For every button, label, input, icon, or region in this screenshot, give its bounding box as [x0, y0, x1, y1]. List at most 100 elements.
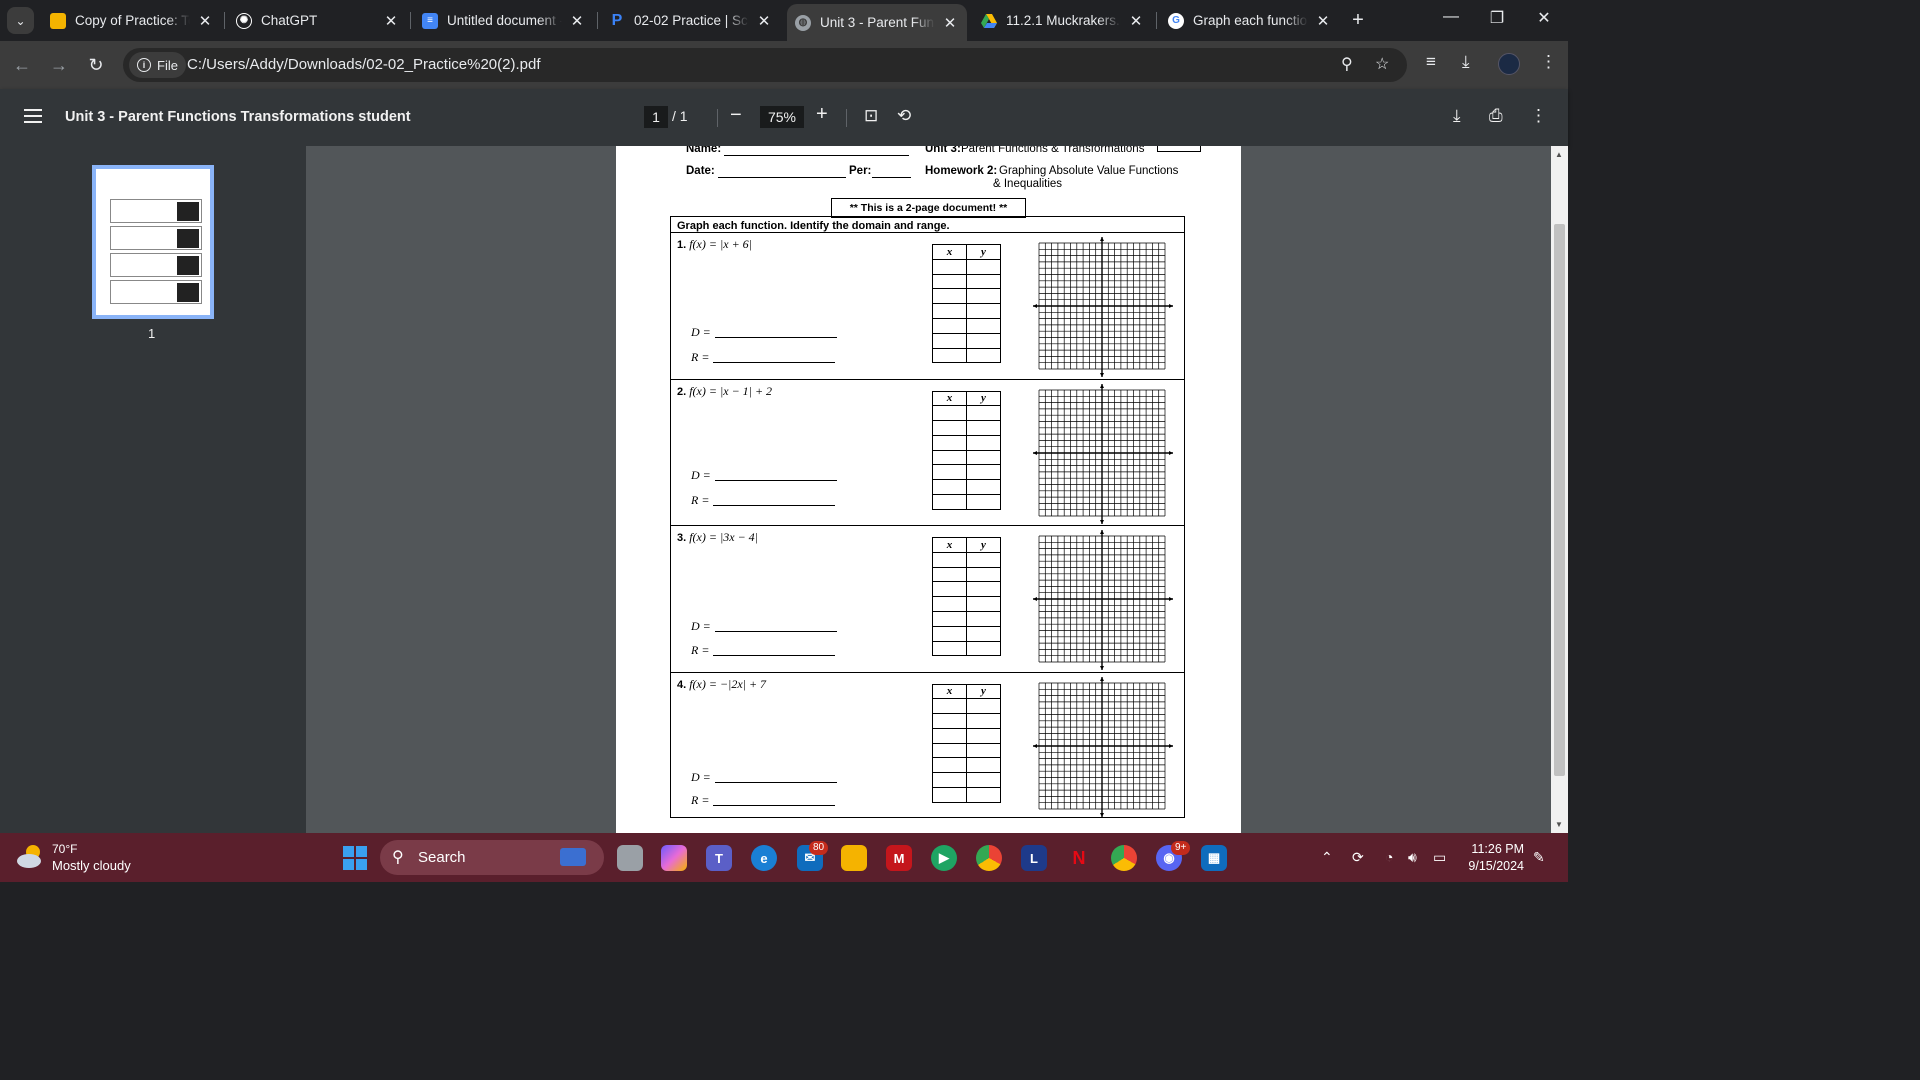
sync-icon[interactable]: ⟳ [1352, 849, 1364, 866]
xy-table[interactable]: xy [932, 683, 1001, 803]
google-icon: G [1168, 12, 1184, 29]
coordinate-grid[interactable] [1033, 237, 1173, 377]
problem-4: 4. f(x) = −|2x| + 7 xy D = R = [671, 673, 1184, 819]
homework-text-2: & Inequalities [993, 178, 1063, 190]
close-window-button[interactable]: ✕ [1529, 8, 1559, 28]
wifi-icon[interactable]: ◔ [1385, 849, 1393, 865]
fit-page-icon[interactable]: ⊡ [864, 106, 878, 126]
search-icon: ⚲ [392, 849, 404, 866]
two-page-notice: ** This is a 2-page document! ** [831, 198, 1026, 218]
print-icon[interactable]: ⎙ [1489, 106, 1503, 126]
function-text: f(x) = |x + 6| [689, 237, 752, 251]
profile-avatar[interactable] [1498, 53, 1520, 75]
task-view-icon[interactable] [617, 845, 643, 871]
page-number-input[interactable]: 1 [644, 106, 668, 128]
close-icon[interactable]: ✕ [568, 12, 586, 30]
close-icon[interactable]: ✕ [382, 12, 400, 30]
zoom-icon[interactable]: ⚲ [1341, 54, 1353, 74]
range-line[interactable]: R = [691, 793, 836, 808]
tab-untitled-document[interactable]: ≡ Untitled document - ✕ [414, 4, 594, 37]
domain-line[interactable]: D = [691, 619, 837, 634]
score-box [1157, 146, 1201, 152]
download-icon[interactable]: ⤓ [1453, 106, 1461, 126]
thumbnail-sidebar: 1 [0, 146, 306, 833]
new-tab-button[interactable]: + [1348, 10, 1368, 30]
zoom-in-button[interactable]: + [816, 103, 828, 126]
battery-icon[interactable]: ▭ [1433, 849, 1446, 866]
mcafee-icon[interactable]: M [886, 845, 912, 871]
menu-icon[interactable] [24, 109, 42, 123]
tab-practice-slides[interactable]: Copy of Practice: Ton ✕ [42, 4, 222, 37]
problem-2: 2. f(x) = |x − 1| + 2 xy D = R = [671, 380, 1184, 526]
xy-table[interactable]: xy [932, 537, 1001, 657]
tab-chatgpt[interactable]: ✺ ChatGPT ✕ [228, 4, 408, 37]
edge-icon[interactable]: e [751, 845, 777, 871]
xy-table[interactable]: xy [932, 390, 1001, 510]
url-text[interactable]: C:/Users/Addy/Downloads/02-02_Practice%2… [187, 56, 541, 73]
scrollbar-thumb[interactable] [1554, 224, 1565, 776]
play-icon[interactable]: ▶ [931, 845, 957, 871]
teams-icon[interactable]: T [706, 845, 732, 871]
function-text: f(x) = |3x − 4| [689, 530, 758, 544]
system-clock[interactable]: 11:26 PM 9/15/2024 [1460, 841, 1524, 875]
file-explorer-icon[interactable] [841, 845, 867, 871]
homework-text: Graphing Absolute Value Functions [999, 165, 1179, 177]
coordinate-grid[interactable] [1033, 383, 1173, 524]
reading-list-icon[interactable]: ≡ [1426, 52, 1436, 72]
xy-table[interactable]: xy [932, 244, 1001, 364]
tab-search-button[interactable]: ⌄ [7, 7, 34, 34]
tab-strip: ⌄ Copy of Practice: Ton ✕ ✺ ChatGPT ✕ ≡ … [0, 0, 1568, 41]
site-info-chip[interactable]: i File [129, 52, 186, 78]
copilot-icon[interactable] [661, 845, 687, 871]
minimize-button[interactable]: — [1436, 8, 1466, 26]
zoom-input[interactable]: 75% [760, 106, 804, 128]
close-icon[interactable]: ✕ [196, 12, 214, 30]
forward-button[interactable]: → [47, 53, 71, 77]
zoom-out-button[interactable]: − [730, 104, 742, 127]
address-bar[interactable]: i File C:/Users/Addy/Downloads/02-02_Pra… [123, 48, 1407, 82]
show-hidden-icons[interactable]: ⌃ [1321, 849, 1333, 866]
taskbar-search[interactable]: ⚲ Search [380, 840, 604, 875]
chrome-icon[interactable] [976, 845, 1002, 871]
tab-graph-each-function[interactable]: G Graph each function. ✕ [1160, 4, 1340, 37]
close-icon[interactable]: ✕ [1127, 12, 1145, 30]
domain-line[interactable]: D = [691, 468, 837, 483]
downloads-icon[interactable]: ⤓ [1462, 52, 1470, 72]
pdf-viewer: Name: Unit 3: Parent Functions & Transfo… [306, 146, 1551, 833]
lens-icon[interactable]: L [1021, 845, 1047, 871]
back-button[interactable]: ← [10, 53, 34, 77]
drive-icon [981, 13, 997, 29]
chrome-active-icon[interactable] [1111, 845, 1137, 871]
tab-unit3-pdf[interactable]: ◍ Unit 3 - Parent Functi ✕ [787, 4, 967, 41]
bookmark-star-icon[interactable]: ☆ [1375, 54, 1389, 74]
reload-button[interactable]: ↻ [84, 53, 108, 77]
coordinate-grid[interactable] [1033, 530, 1173, 670]
volume-icon[interactable]: 🔊︎ [1408, 849, 1417, 866]
problem-3: 3. f(x) = |3x − 4| xy D = R = [671, 526, 1184, 673]
domain-line[interactable]: D = [691, 770, 837, 785]
netflix-icon[interactable]: N [1066, 845, 1092, 871]
close-icon[interactable]: ✕ [1314, 12, 1332, 30]
close-icon[interactable]: ✕ [755, 12, 773, 30]
calendar-icon[interactable]: ▦ [1201, 845, 1227, 871]
chrome-menu-icon[interactable]: ⋮ [1540, 52, 1557, 72]
restore-button[interactable]: ❐ [1482, 8, 1512, 28]
unit-text: Parent Functions & Transformations [961, 146, 1145, 155]
range-line[interactable]: R = [691, 493, 836, 508]
tab-muckrakers[interactable]: 11.2.1 Muckrakers.m ✕ [973, 4, 1153, 37]
more-options-icon[interactable]: ⋮ [1530, 106, 1547, 126]
vertical-scrollbar[interactable]: ▲ ▼ [1551, 146, 1568, 833]
tab-schoology-practice[interactable]: P 02-02 Practice | Scho ✕ [601, 4, 781, 37]
start-button[interactable] [343, 846, 367, 870]
close-icon[interactable]: ✕ [941, 14, 959, 32]
domain-line[interactable]: D = [691, 325, 837, 340]
page-thumbnail[interactable] [92, 165, 214, 319]
period-label: Per: [849, 165, 872, 177]
pdf-page: Name: Unit 3: Parent Functions & Transfo… [616, 146, 1241, 833]
rotate-icon[interactable]: ⟲ [897, 106, 911, 126]
coordinate-grid[interactable] [1033, 676, 1173, 817]
range-line[interactable]: R = [691, 643, 836, 658]
notifications-icon[interactable]: ✎ [1533, 849, 1545, 866]
range-line[interactable]: R = [691, 350, 836, 365]
taskbar: 70°F Mostly cloudy ⚲ Search T e ✉ 80 M ▶… [0, 833, 1568, 882]
